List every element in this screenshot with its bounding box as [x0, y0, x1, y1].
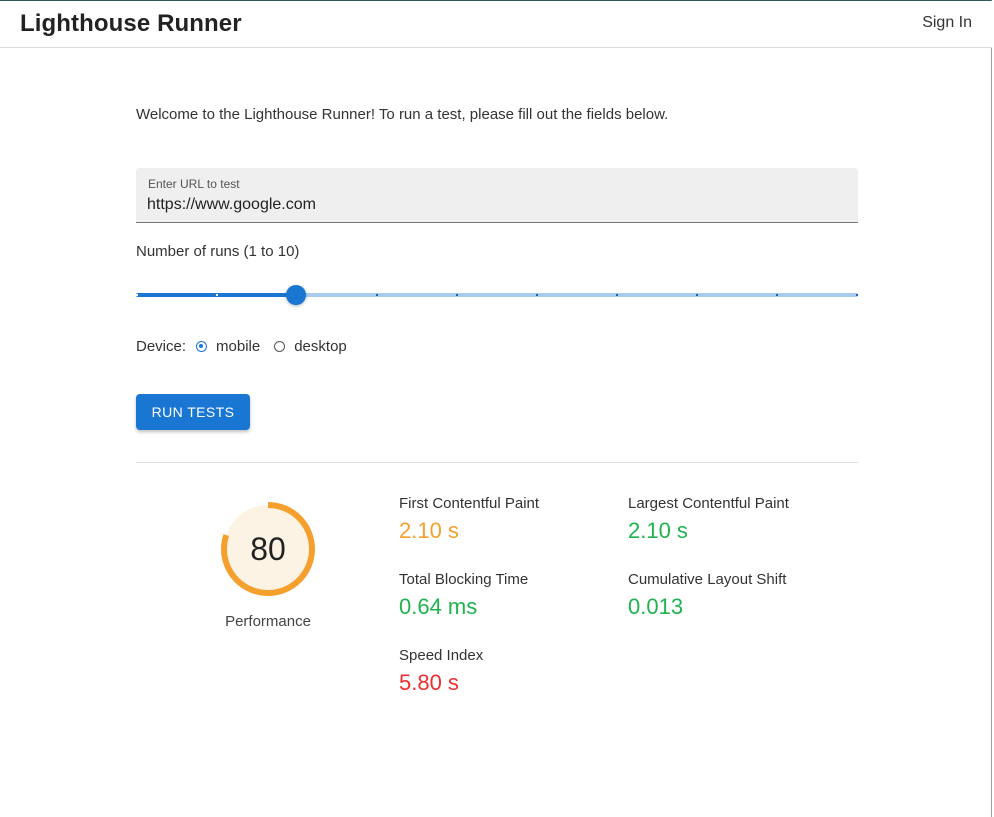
- slider-tick: [456, 294, 458, 296]
- metric-speed-index: Speed Index 5.80 s: [399, 647, 483, 696]
- metric-label: Speed Index: [399, 647, 484, 664]
- runs-slider[interactable]: [136, 284, 858, 306]
- metric-label: Total Blocking Time: [399, 571, 529, 588]
- slider-tick: [776, 294, 778, 296]
- slider-tick: [696, 294, 698, 296]
- slider-tick: [536, 294, 538, 296]
- mobile-radio[interactable]: [196, 340, 208, 352]
- slider-thumb[interactable]: [286, 285, 306, 305]
- metric-cumulative-layout-shift: Cumulative Layout Shift 0.013: [628, 571, 786, 620]
- metric-value: 5.80 s: [399, 670, 459, 695]
- metric-first-contentful-paint: First Contentful Paint 2.10 s: [399, 495, 539, 544]
- app-title: Lighthouse Runner: [20, 10, 242, 37]
- slider-tick: [856, 294, 858, 296]
- metric-largest-contentful-paint: Largest Contentful Paint 2.10 s: [628, 495, 789, 544]
- performance-gauge: 80: [219, 500, 317, 598]
- slider-tick: [616, 294, 618, 296]
- app-bar: Lighthouse Runner Sign In: [0, 1, 992, 48]
- slider-tick: [136, 294, 138, 296]
- performance-label: Performance: [225, 613, 311, 630]
- performance-score: 80: [250, 531, 286, 567]
- url-field[interactable]: Enter URL to test: [136, 168, 858, 223]
- metric-value: 0.64 ms: [399, 594, 478, 619]
- metric-label: Cumulative Layout Shift: [628, 571, 787, 588]
- metric-label: First Contentful Paint: [399, 495, 540, 512]
- sign-in-link[interactable]: Sign In: [922, 14, 972, 32]
- device-selector: Device: mobile desktop: [136, 336, 361, 356]
- url-input[interactable]: [147, 194, 837, 216]
- runs-label: Number of runs (1 to 10): [136, 243, 300, 260]
- run-tests-button[interactable]: RUN TESTS: [136, 394, 250, 430]
- desktop-radio-label[interactable]: desktop: [294, 338, 347, 355]
- slider-tick: [376, 294, 378, 296]
- desktop-radio[interactable]: [274, 340, 286, 352]
- metric-value: 2.10 s: [628, 518, 688, 543]
- device-label: Device:: [136, 337, 187, 355]
- mobile-radio-label[interactable]: mobile: [216, 338, 260, 355]
- divider: [136, 462, 858, 463]
- welcome-text: Welcome to the Lighthouse Runner! To run…: [136, 106, 669, 123]
- slider-tick: [216, 294, 218, 296]
- metric-value: 2.10 s: [399, 518, 459, 543]
- metric-total-blocking-time: Total Blocking Time 0.64 ms: [399, 571, 528, 620]
- url-field-label: Enter URL to test: [148, 177, 240, 191]
- metric-value: 0.013: [628, 594, 684, 619]
- metric-label: Largest Contentful Paint: [628, 495, 789, 512]
